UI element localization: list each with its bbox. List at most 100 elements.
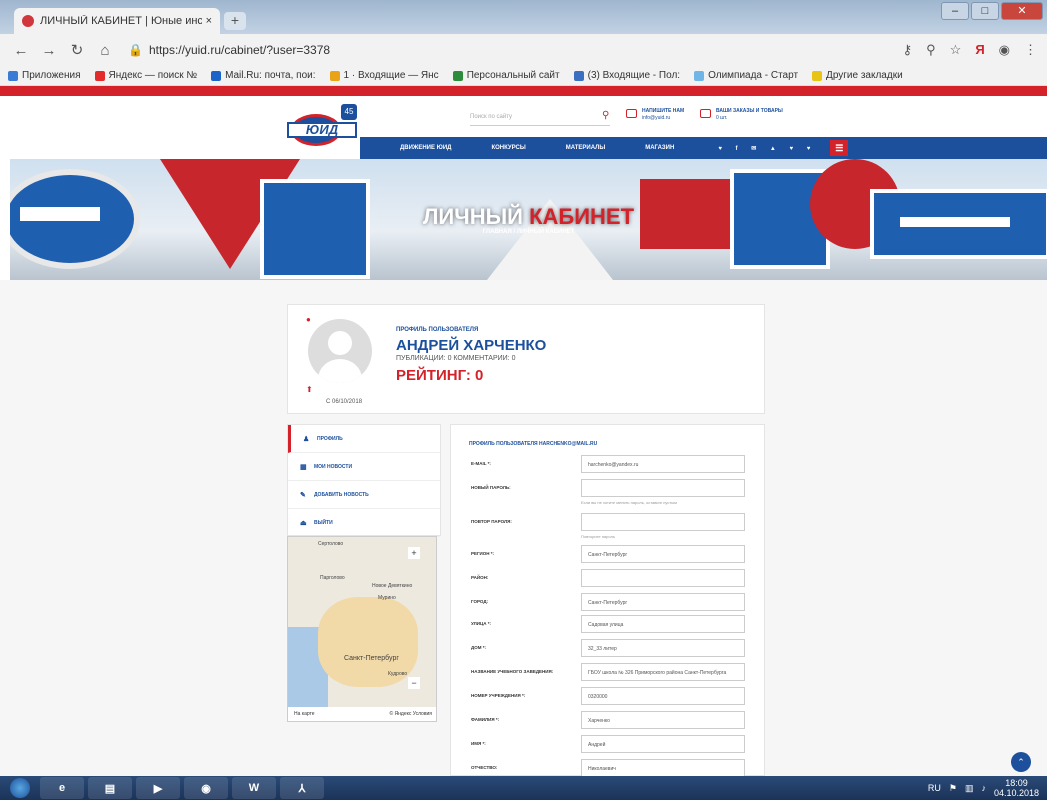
close-window-button[interactable]: ✕ bbox=[1001, 2, 1043, 20]
search-icon[interactable]: ⚲ bbox=[602, 110, 609, 121]
taskbar-app-icon[interactable]: ◉ bbox=[184, 777, 228, 799]
url-input[interactable]: 🔒 https://yuid.ru/cabinet/?user=3378 bbox=[122, 39, 893, 61]
bookmark-item[interactable]: Олимпиада - Старт bbox=[694, 70, 798, 81]
side-menu-icon: ⏏ bbox=[300, 519, 307, 527]
yandex-icon[interactable]: Я bbox=[975, 42, 984, 58]
form-label: ИМЯ *: bbox=[471, 741, 486, 746]
main-nav: ДВИЖЕНИЕ ЮИД КОНКУРСЫ МАТЕРИАЛЫ МАГАЗИН … bbox=[360, 137, 1047, 159]
taskbar-app-icon[interactable]: W bbox=[232, 777, 276, 799]
home-icon[interactable]: ⌂ bbox=[94, 42, 116, 59]
browser-menu-icon[interactable]: ⋮ bbox=[1024, 42, 1037, 58]
tab-title: ЛИЧНЫЙ КАБИНЕТ | Юные инс bbox=[40, 15, 202, 27]
scroll-up-button[interactable]: ⌃ bbox=[1011, 752, 1031, 772]
windows-taskbar: e ▤ ▶ ◉ W ⅄ RU ⚑ ▥ ♪ 18:09 04.10.2018 bbox=[0, 776, 1047, 800]
side-menu-icon: ✎ bbox=[300, 491, 306, 499]
account-icon[interactable]: ◉ bbox=[999, 42, 1010, 58]
form-input[interactable]: Андрей bbox=[581, 735, 745, 753]
clock[interactable]: 18:09 04.10.2018 bbox=[994, 778, 1039, 798]
form-label: ДОМ *: bbox=[471, 645, 486, 650]
start-button[interactable] bbox=[0, 776, 40, 800]
site-logo[interactable]: ЮИД 45 bbox=[287, 104, 359, 148]
profile-side-menu: ♟ ПРОФИЛЬ ▦ МОИ НОВОСТИ ✎ ДОБАВИТЬ НОВОСТЬ ⏏ ВЫ… bbox=[287, 424, 441, 537]
back-arrow-icon[interactable]: ← bbox=[10, 42, 32, 59]
side-menu-icon: ♟ bbox=[303, 435, 310, 443]
form-hint: Повторите пароль bbox=[581, 534, 615, 539]
map-zoom-in-icon[interactable]: + bbox=[408, 547, 420, 559]
form-row: НАЗВАНИЕ УЧЕБНОГО ЗАВЕДЕНИЯ: ГБОУ школа №… bbox=[469, 663, 749, 683]
nav-item-materials[interactable]: МАТЕРИАЛЫ bbox=[566, 145, 606, 151]
bookmark-label: Олимпиада - Старт bbox=[708, 70, 799, 81]
star-icon[interactable]: ☆ bbox=[950, 42, 962, 58]
bookmark-item[interactable]: 1 · Входящие — Янс bbox=[329, 70, 439, 81]
form-label: НОМЕР УЧРЕЖДЕНИЯ *: bbox=[471, 693, 526, 698]
forward-arrow-icon[interactable]: → bbox=[38, 42, 60, 59]
form-input[interactable]: Садовая улица bbox=[581, 615, 745, 633]
form-input[interactable]: 32_33 литер bbox=[581, 639, 745, 657]
volume-icon[interactable]: ♪ bbox=[981, 783, 986, 793]
taskbar-app-icon[interactable]: e bbox=[40, 777, 84, 799]
site-search-input[interactable]: Поиск по сайту bbox=[470, 110, 610, 126]
breadcrumb[interactable]: ГЛАВНАЯ / ЛИЧНЫЙ КАБИНЕТ bbox=[10, 229, 1047, 235]
social-icons[interactable]: ♥ f ✉ ▲ ♥ ♥ bbox=[718, 145, 816, 152]
reload-icon[interactable]: ↻ bbox=[66, 41, 88, 59]
map-open-link[interactable]: На карте bbox=[294, 711, 315, 717]
bookmark-icon bbox=[94, 70, 105, 81]
user-rating: РЕЙТИНГ: 0 bbox=[396, 367, 484, 384]
flag-icon[interactable]: ⚑ bbox=[949, 783, 957, 794]
contact-info[interactable]: НАПИШИТЕ НАМ info@yuid.ru bbox=[626, 108, 684, 122]
side-menu-item[interactable]: ✎ ДОБАВИТЬ НОВОСТЬ bbox=[288, 481, 440, 509]
upload-avatar-icon[interactable]: ⬆ bbox=[306, 385, 313, 394]
bookmark-item[interactable]: Яндекс — поиск № bbox=[94, 70, 197, 81]
form-input[interactable]: 0320000 bbox=[581, 687, 745, 705]
browser-tab[interactable]: ЛИЧНЫЙ КАБИНЕТ | Юные инс × bbox=[14, 8, 220, 34]
taskbar-app-icon[interactable]: ▤ bbox=[88, 777, 132, 799]
taskbar-app-icon[interactable]: ▶ bbox=[136, 777, 180, 799]
map-terms-link[interactable]: © Яндекс Условия bbox=[389, 711, 432, 717]
side-menu-item[interactable]: ⏏ ВЫЙТИ bbox=[288, 509, 440, 537]
side-menu-item[interactable]: ▦ МОИ НОВОСТИ bbox=[288, 453, 440, 481]
bookmark-icon bbox=[8, 70, 18, 81]
bookmark-label: Приложения bbox=[22, 70, 81, 81]
bookmark-item[interactable]: Другие закладки bbox=[812, 70, 903, 81]
bookmark-item[interactable]: (3) Входящие - Пол: bbox=[573, 70, 680, 81]
nav-item-shop[interactable]: МАГАЗИН bbox=[645, 145, 674, 151]
new-tab-button[interactable]: + bbox=[224, 12, 246, 30]
form-input[interactable]: Харченко bbox=[581, 711, 745, 729]
form-input[interactable] bbox=[581, 513, 745, 531]
page-title-white: ЛИЧНЫЙ bbox=[422, 204, 523, 229]
user-stats: ПУБЛИКАЦИИ: 0 КОММЕНТАРИИ: 0 bbox=[396, 355, 516, 362]
form-input[interactable] bbox=[581, 479, 745, 497]
side-menu-item[interactable]: ♟ ПРОФИЛЬ bbox=[288, 425, 440, 453]
maximize-button[interactable]: □ bbox=[971, 2, 999, 20]
bookmark-item[interactable]: Mail.Ru: почта, пои: bbox=[211, 70, 316, 81]
zoom-icon[interactable]: ⚲ bbox=[926, 42, 936, 58]
form-input[interactable] bbox=[581, 569, 745, 587]
delete-avatar-icon[interactable]: ● bbox=[306, 315, 311, 324]
taskbar-app-icon[interactable]: ⅄ bbox=[280, 777, 324, 799]
form-input[interactable]: Санкт-Петербург bbox=[581, 545, 745, 563]
network-icon[interactable]: ▥ bbox=[965, 783, 974, 794]
side-menu-label: ВЫЙТИ bbox=[314, 519, 333, 526]
clock-date: 04.10.2018 bbox=[993, 788, 1039, 798]
member-since: С 06/10/2018 bbox=[326, 399, 363, 405]
map-widget[interactable]: + − Сертолово Парголово Новое Девяткино … bbox=[287, 536, 437, 722]
tab-close-icon[interactable]: × bbox=[206, 15, 212, 27]
nav-item-movement[interactable]: ДВИЖЕНИЕ ЮИД bbox=[400, 145, 451, 151]
language-indicator[interactable]: RU bbox=[928, 783, 941, 793]
side-menu-label: МОИ НОВОСТИ bbox=[314, 463, 353, 470]
form-row: НОМЕР УЧРЕЖДЕНИЯ *: 0320000 bbox=[469, 687, 749, 707]
map-zoom-out-icon[interactable]: − bbox=[408, 677, 420, 689]
form-input[interactable]: harchenko@yandex.ru bbox=[581, 455, 745, 473]
bookmark-item[interactable]: Приложения bbox=[8, 70, 81, 81]
url-text: https://yuid.ru/cabinet/?user=3378 bbox=[148, 43, 331, 57]
nav-item-contests[interactable]: КОНКУРСЫ bbox=[491, 145, 525, 151]
key-icon[interactable]: ⚷ bbox=[903, 42, 913, 58]
minimize-button[interactable]: – bbox=[941, 2, 969, 20]
form-input[interactable]: Санкт-Петербург bbox=[581, 593, 745, 611]
menu-icon[interactable]: ☰ bbox=[830, 140, 849, 156]
form-input[interactable]: Николаевич bbox=[581, 759, 745, 777]
form-input[interactable]: ГБОУ школа № 326 Приморского района Санк… bbox=[581, 663, 745, 681]
bookmark-item[interactable]: Персональный сайт bbox=[452, 70, 560, 81]
bookmark-icon bbox=[329, 70, 340, 81]
cart-info[interactable]: ВАШИ ЗАКАЗЫ И ТОВАРЫ 0 шт. bbox=[700, 108, 783, 122]
